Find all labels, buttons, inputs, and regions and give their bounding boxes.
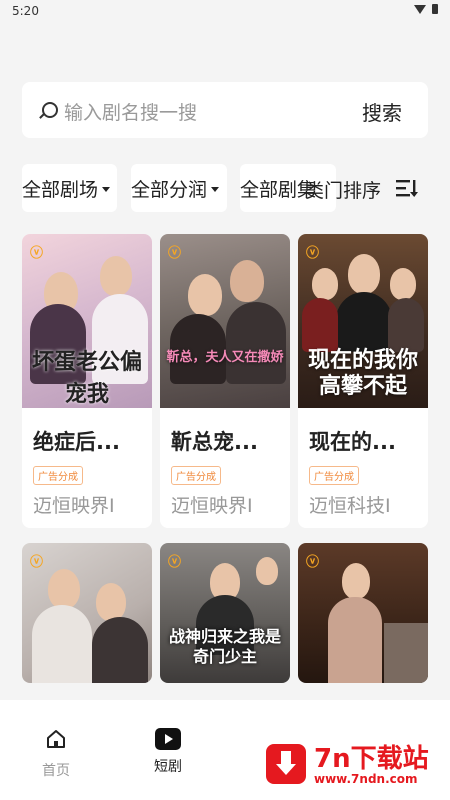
tab-home[interactable]: 首页 — [26, 728, 86, 780]
drama-title: 现在的... — [309, 430, 396, 454]
poster-image: ⓥ — [22, 543, 152, 683]
publisher-name: 迈恒映界I — [33, 495, 115, 517]
drama-card[interactable]: ⓥ 战神归来之我是奇门少主 — [160, 543, 290, 683]
drama-title: 靳总宠... — [171, 430, 258, 454]
tab-shorts[interactable]: 短剧 — [138, 728, 198, 776]
watermark-title: 7n下载站 — [314, 744, 429, 774]
drama-card[interactable]: ⓥ 现在的我你高攀不起 现在的... 广告分成 迈恒科技I — [298, 234, 428, 528]
sort-icon[interactable] — [396, 178, 418, 198]
poster-image: ⓥ — [298, 543, 428, 683]
revenue-badge: 广告分成 — [309, 466, 359, 485]
home-icon — [47, 730, 65, 748]
crown-icon: ⓥ — [30, 246, 44, 261]
site-watermark: 7n下载站 www.7ndn.com — [262, 738, 446, 790]
poster-image: ⓥ 坏蛋老公偏宠我 — [22, 234, 152, 408]
filter-revenue[interactable]: 全部分润 — [131, 164, 227, 212]
drama-card[interactable]: ⓥ 靳总，夫人又在撒娇 靳总宠... 广告分成 迈恒映界I — [160, 234, 290, 528]
watermark-url: www.7ndn.com — [314, 772, 418, 786]
search-button[interactable]: 搜索 — [362, 97, 402, 126]
play-icon — [155, 728, 181, 750]
poster-image: ⓥ 靳总，夫人又在撒娇 — [160, 234, 290, 408]
crown-icon: ⓥ — [306, 246, 320, 261]
battery-icon — [432, 4, 438, 14]
publisher-name: 迈恒科技I — [309, 495, 391, 517]
chevron-down-icon — [102, 186, 111, 192]
filter-revenue-label: 全部分润 — [131, 178, 208, 201]
chevron-down-icon — [211, 186, 220, 192]
search-input[interactable]: 输入剧名搜一搜 — [64, 98, 197, 125]
revenue-badge: 广告分成 — [171, 466, 221, 485]
search-icon — [42, 102, 58, 118]
publisher-name: 迈恒映界I — [171, 495, 253, 517]
drama-card[interactable]: ⓥ — [22, 543, 152, 683]
poster-title: 靳总，夫人又在撒娇 — [166, 350, 284, 365]
crown-icon: ⓥ — [168, 246, 182, 261]
status-bar: 5:20 — [0, 0, 450, 22]
crown-icon: ⓥ — [306, 555, 320, 570]
revenue-badge: 广告分成 — [33, 466, 83, 485]
tab-home-label: 首页 — [42, 763, 70, 779]
filter-theater[interactable]: 全部剧场 — [22, 164, 117, 212]
wifi-icon — [414, 4, 426, 14]
crown-icon: ⓥ — [168, 555, 182, 570]
poster-title: 战神归来之我是奇门少主 — [168, 627, 281, 666]
poster-image: ⓥ 战神归来之我是奇门少主 — [160, 543, 290, 683]
filter-bar: 全部剧场 全部分润 全部剧集 类门排序 — [0, 164, 450, 212]
poster-title: 坏蛋老公偏宠我 — [31, 350, 142, 407]
poster-title: 现在的我你高攀不起 — [307, 348, 418, 399]
filter-theater-label: 全部剧场 — [22, 178, 99, 201]
poster-image: ⓥ 现在的我你高攀不起 — [298, 234, 428, 408]
drama-card[interactable]: ⓥ — [298, 543, 428, 683]
drama-title: 绝症后... — [33, 430, 120, 454]
crown-icon: ⓥ — [30, 555, 44, 570]
search-bar[interactable]: 输入剧名搜一搜 搜索 — [22, 82, 428, 138]
sort-label[interactable]: 类门排序 — [305, 176, 381, 203]
download-icon — [266, 744, 306, 784]
tab-shorts-label: 短剧 — [154, 759, 182, 775]
drama-card[interactable]: ⓥ 坏蛋老公偏宠我 绝症后... 广告分成 迈恒映界I — [22, 234, 152, 528]
status-time: 5:20 — [12, 4, 39, 18]
